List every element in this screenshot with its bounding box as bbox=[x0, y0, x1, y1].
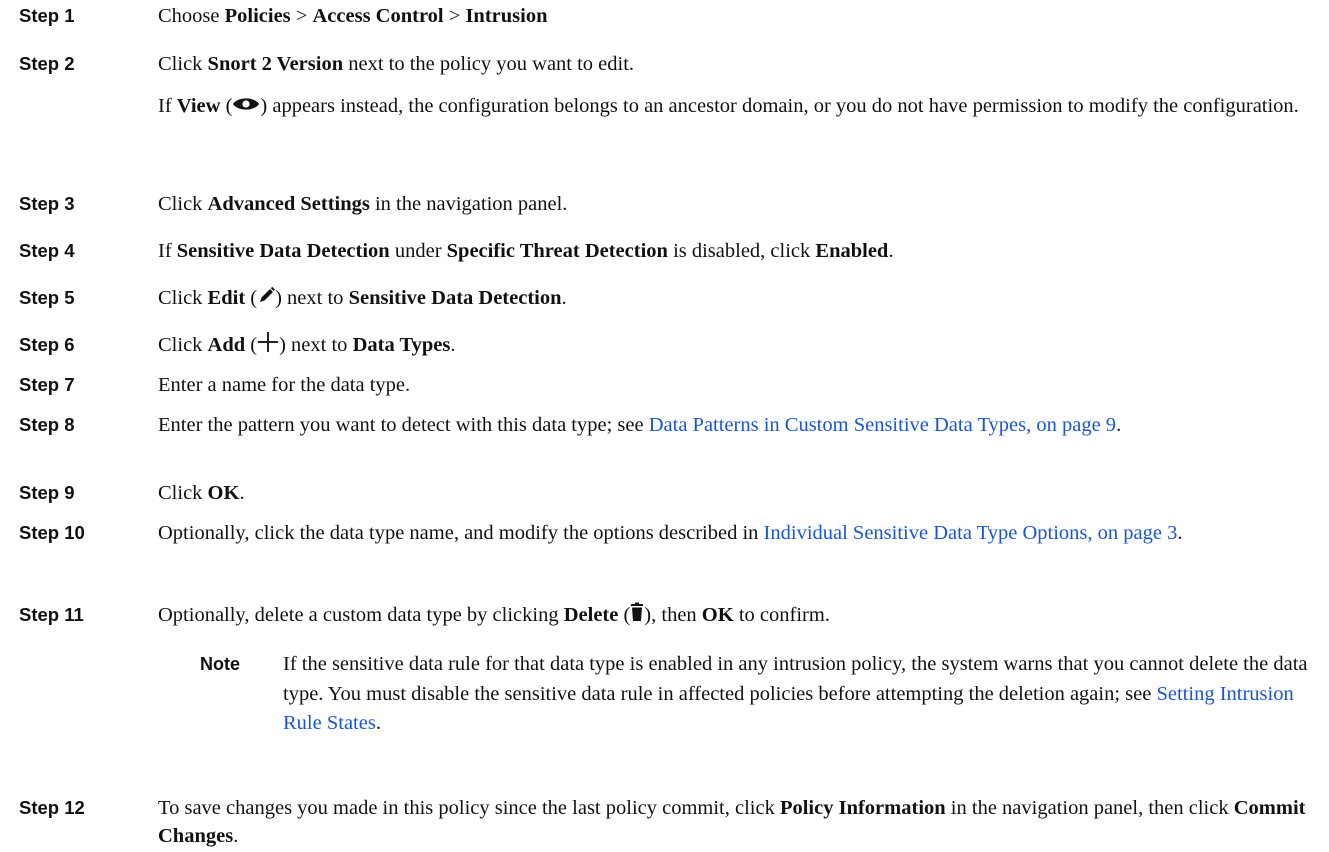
step-text: Optionally, delete a custom data type by… bbox=[158, 601, 1308, 630]
step-label: Step 9 bbox=[19, 482, 75, 503]
step-label: Step 5 bbox=[19, 287, 75, 308]
step-text: Optionally, click the data type name, an… bbox=[158, 522, 1183, 544]
step-label: Step 10 bbox=[19, 522, 85, 543]
step-text: Click OK. bbox=[158, 482, 245, 504]
data-patterns-link[interactable]: Data Patterns in Custom Sensitive Data T… bbox=[649, 414, 1116, 436]
step-text: Click Edit () next to Sensitive Data Det… bbox=[158, 284, 1308, 313]
delete-trash-icon bbox=[630, 602, 644, 630]
step-label: Step 8 bbox=[19, 414, 75, 435]
step-label: Step 12 bbox=[19, 797, 85, 818]
step-text: Click Snort 2 Version next to the policy… bbox=[158, 50, 1308, 121]
step-text: Choose Policies > Access Control > Intru… bbox=[158, 5, 548, 27]
step-text: Click Add () next to Data Types. bbox=[158, 331, 1308, 361]
add-plus-icon bbox=[257, 331, 279, 361]
step-text: Enter a name for the data type. bbox=[158, 374, 411, 396]
advanced-settings-label: Advanced Settings bbox=[207, 193, 370, 215]
view-label: View bbox=[176, 95, 221, 117]
note-text: If the sensitive data rule for that data… bbox=[283, 653, 1308, 734]
procedure-document: Step 1 Choose Policies > Access Control … bbox=[0, 0, 1329, 852]
step-text: Enter the pattern you want to detect wit… bbox=[158, 414, 1122, 436]
step-label: Step 11 bbox=[19, 604, 84, 625]
step-text: To save changes you made in this policy … bbox=[158, 797, 1306, 847]
step-label: Step 3 bbox=[19, 193, 75, 214]
snort-2-version-label: Snort 2 Version bbox=[207, 53, 344, 75]
menu-policies: Policies bbox=[224, 5, 291, 27]
individual-options-link[interactable]: Individual Sensitive Data Type Options, … bbox=[764, 522, 1178, 544]
view-eye-icon bbox=[232, 93, 260, 121]
menu-access-control: Access Control bbox=[312, 5, 444, 27]
edit-pencil-icon bbox=[257, 285, 276, 313]
note-label: Note bbox=[200, 654, 240, 674]
menu-intrusion: Intrusion bbox=[465, 5, 548, 27]
step-label: Step 4 bbox=[19, 240, 75, 261]
step-label: Step 2 bbox=[19, 53, 75, 74]
step-label: Step 1 bbox=[19, 5, 75, 26]
step-label: Step 7 bbox=[19, 374, 75, 395]
step-text: If Sensitive Data Detection under Specif… bbox=[158, 240, 894, 262]
step-label: Step 6 bbox=[19, 334, 75, 355]
step-text: Click Advanced Settings in the navigatio… bbox=[158, 193, 568, 215]
